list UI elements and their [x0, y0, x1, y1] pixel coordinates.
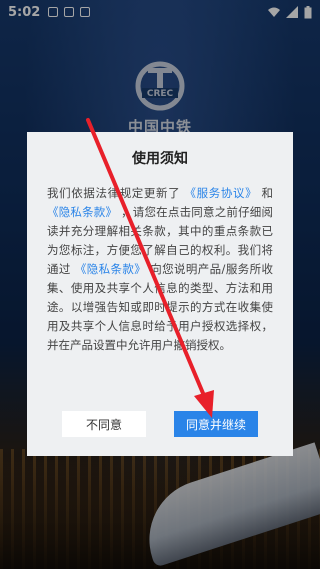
red-arrow-annotation	[86, 118, 214, 418]
